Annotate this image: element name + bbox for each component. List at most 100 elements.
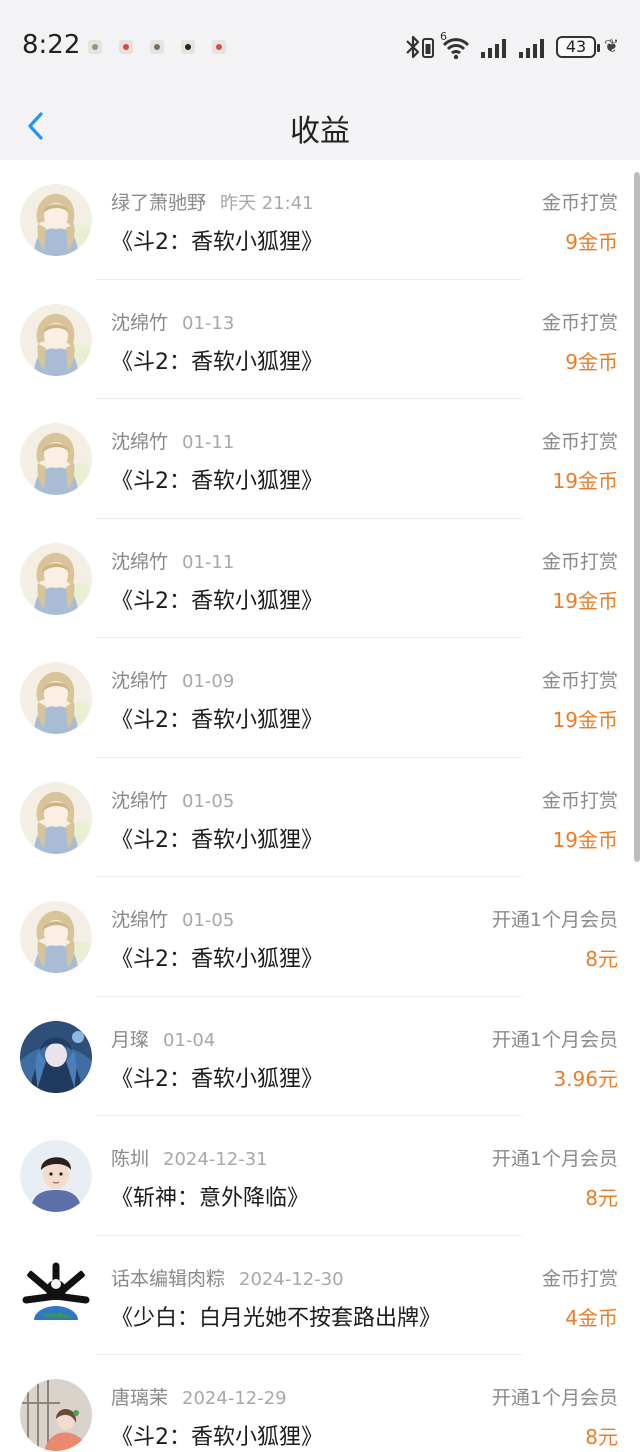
book-title: 《斗2：香软小狐狸》 <box>111 947 323 972</box>
book-title: 《斗2：香软小狐狸》 <box>111 708 323 733</box>
earning-row[interactable]: 沈绵竹 01-09 《斗2：香软小狐狸》 金币打赏 19金币 <box>0 638 640 758</box>
earning-meta: 沈绵竹 01-11 <box>111 547 234 574</box>
user-name: 沈绵竹 <box>111 909 169 931</box>
earning-type: 金币打赏 <box>541 311 618 334</box>
user-name: 沈绵竹 <box>111 670 169 692</box>
book-title: 《少白：白月光她不按套路出牌》 <box>111 1305 442 1331</box>
earning-type: 金币打赏 <box>541 550 618 573</box>
earning-type: 开通1个月会员 <box>491 1387 618 1409</box>
title-bar: 收益 <box>0 96 640 160</box>
earning-row[interactable]: 沈绵竹 01-11 《斗2：香软小狐狸》 金币打赏 19金币 <box>0 399 640 519</box>
earning-amount: 9金币 <box>565 230 618 254</box>
earning-amount: 8元 <box>585 947 618 971</box>
earning-row[interactable]: 沈绵竹 01-05 《斗2：香软小狐狸》 开通1个月会员 8元 <box>0 877 640 997</box>
status-bar: 8:22 6 43 ❦ <box>0 0 640 96</box>
avatar <box>20 423 92 495</box>
earning-date: 01-13 <box>182 312 235 334</box>
earning-amount: 19金币 <box>552 827 618 852</box>
avatar <box>20 1379 92 1451</box>
earnings-list[interactable]: 绿了萧驰野 昨天 21:41 《斗2：香软小狐狸》 金币打赏 9金币 沈绵竹 01-… <box>0 160 640 1452</box>
user-name: 绿了萧驰野 <box>111 192 207 214</box>
earning-amount: 9金币 <box>565 349 618 374</box>
user-name: 陈圳 <box>111 1148 150 1170</box>
notification-app-icon <box>119 40 133 54</box>
status-time: 8:22 <box>22 30 81 60</box>
user-name: 沈绵竹 <box>111 311 169 334</box>
avatar <box>20 184 92 256</box>
user-name: 沈绵竹 <box>111 789 169 812</box>
book-title: 《斗2：香软小狐狸》 <box>111 230 323 255</box>
earning-meta: 沈绵竹 01-05 <box>111 905 234 932</box>
avatar <box>20 662 92 734</box>
earning-amount: 19金币 <box>552 588 618 613</box>
user-name: 沈绵竹 <box>111 550 169 573</box>
earning-date: 01-04 <box>163 1029 216 1051</box>
earning-date: 2024-12-30 <box>239 1268 344 1290</box>
earning-type: 金币打赏 <box>541 789 618 812</box>
book-title: 《斗2：香软小狐狸》 <box>111 1066 323 1092</box>
earning-row[interactable]: 沈绵竹 01-05 《斗2：香软小狐狸》 金币打赏 19金币 <box>0 758 640 877</box>
book-title: 《斗2：香软小狐狸》 <box>111 827 323 853</box>
earning-type: 金币打赏 <box>541 1267 618 1290</box>
earning-type: 开通1个月会员 <box>491 1028 618 1051</box>
earning-row[interactable]: 沈绵竹 01-13 《斗2：香软小狐狸》 金币打赏 9金币 <box>0 280 640 399</box>
avatar <box>20 303 92 376</box>
earning-amount: 8元 <box>585 1186 618 1210</box>
earning-meta: 绿了萧驰野 昨天 21:41 <box>111 188 314 215</box>
user-name: 唐璃茉 <box>111 1387 169 1409</box>
page-title: 收益 <box>290 114 350 149</box>
earning-row[interactable]: 唐璃茉 2024-12-29 《斗2：香软小狐狸》 开通1个月会员 8元 <box>0 1355 640 1452</box>
earning-meta: 沈绵竹 01-09 <box>111 666 234 693</box>
user-name: 话本编辑肉粽 <box>111 1267 226 1290</box>
avatar <box>20 1140 92 1212</box>
earning-type: 开通1个月会员 <box>491 1148 618 1170</box>
earning-meta: 沈绵竹 01-05 <box>111 786 234 813</box>
earning-amount: 19金币 <box>552 708 618 732</box>
battery-indicator: 43 <box>556 36 600 58</box>
book-title: 《斗2：香软小狐狸》 <box>111 1425 323 1450</box>
earning-date: 昨天 21:41 <box>220 193 314 214</box>
earning-meta: 陈圳 2024-12-31 <box>111 1144 268 1171</box>
notification-app-icon <box>150 40 164 54</box>
earning-type: 金币打赏 <box>541 670 618 692</box>
earning-row[interactable]: 月璨 01-04 《斗2：香软小狐狸》 开通1个月会员 3.96元 <box>0 997 640 1116</box>
notification-app-icon <box>88 40 102 54</box>
earning-date: 01-11 <box>182 551 235 573</box>
earning-meta: 月璨 01-04 <box>111 1025 215 1052</box>
earning-date: 01-09 <box>182 671 235 692</box>
earning-type: 金币打赏 <box>541 192 618 214</box>
earning-row[interactable]: 陈圳 2024-12-31 《斩神：意外降临》 开通1个月会员 8元 <box>0 1116 640 1236</box>
earning-meta: 沈绵竹 01-13 <box>111 308 234 335</box>
earning-type: 开通1个月会员 <box>491 909 618 931</box>
network-type-label: 6 <box>440 30 447 43</box>
earning-date: 01-05 <box>182 910 235 931</box>
earning-meta: 话本编辑肉粽 2024-12-30 <box>111 1264 344 1291</box>
earning-date: 01-11 <box>182 432 235 453</box>
earning-row[interactable]: 话本编辑肉粽 2024-12-30 《少白：白月光她不按套路出牌》 金币打赏 4金… <box>0 1236 640 1355</box>
earning-amount: 8元 <box>585 1425 618 1449</box>
book-title: 《斩神：意外降临》 <box>111 1186 310 1211</box>
earning-row[interactable]: 绿了萧驰野 昨天 21:41 《斗2：香软小狐狸》 金币打赏 9金币 <box>0 160 640 280</box>
earning-row[interactable]: 沈绵竹 01-11 《斗2：香软小狐狸》 金币打赏 19金币 <box>0 519 640 638</box>
earning-type: 金币打赏 <box>541 431 618 453</box>
user-name: 沈绵竹 <box>111 431 169 453</box>
top-area: 8:22 6 43 ❦ 收益 <box>0 0 640 160</box>
leaf-icon: ❦ <box>604 36 620 57</box>
user-name: 月璨 <box>111 1028 150 1051</box>
earning-amount: 4金币 <box>565 1305 618 1330</box>
book-title: 《斗2：香软小狐狸》 <box>111 349 323 375</box>
bluetooth-icon <box>406 35 420 59</box>
book-title: 《斗2：香软小狐狸》 <box>111 588 323 614</box>
avatar <box>20 781 92 854</box>
avatar <box>20 1259 92 1332</box>
earning-amount: 3.96元 <box>553 1066 618 1091</box>
signal-icon <box>519 39 544 58</box>
avatar <box>20 542 92 615</box>
book-title: 《斗2：香软小狐狸》 <box>111 469 323 494</box>
notification-app-icon <box>181 40 195 54</box>
notification-app-icon <box>212 40 226 54</box>
avatar <box>20 1020 92 1093</box>
avatar <box>20 901 92 973</box>
earning-meta: 唐璃茉 2024-12-29 <box>111 1383 287 1410</box>
earning-date: 2024-12-31 <box>163 1149 268 1170</box>
